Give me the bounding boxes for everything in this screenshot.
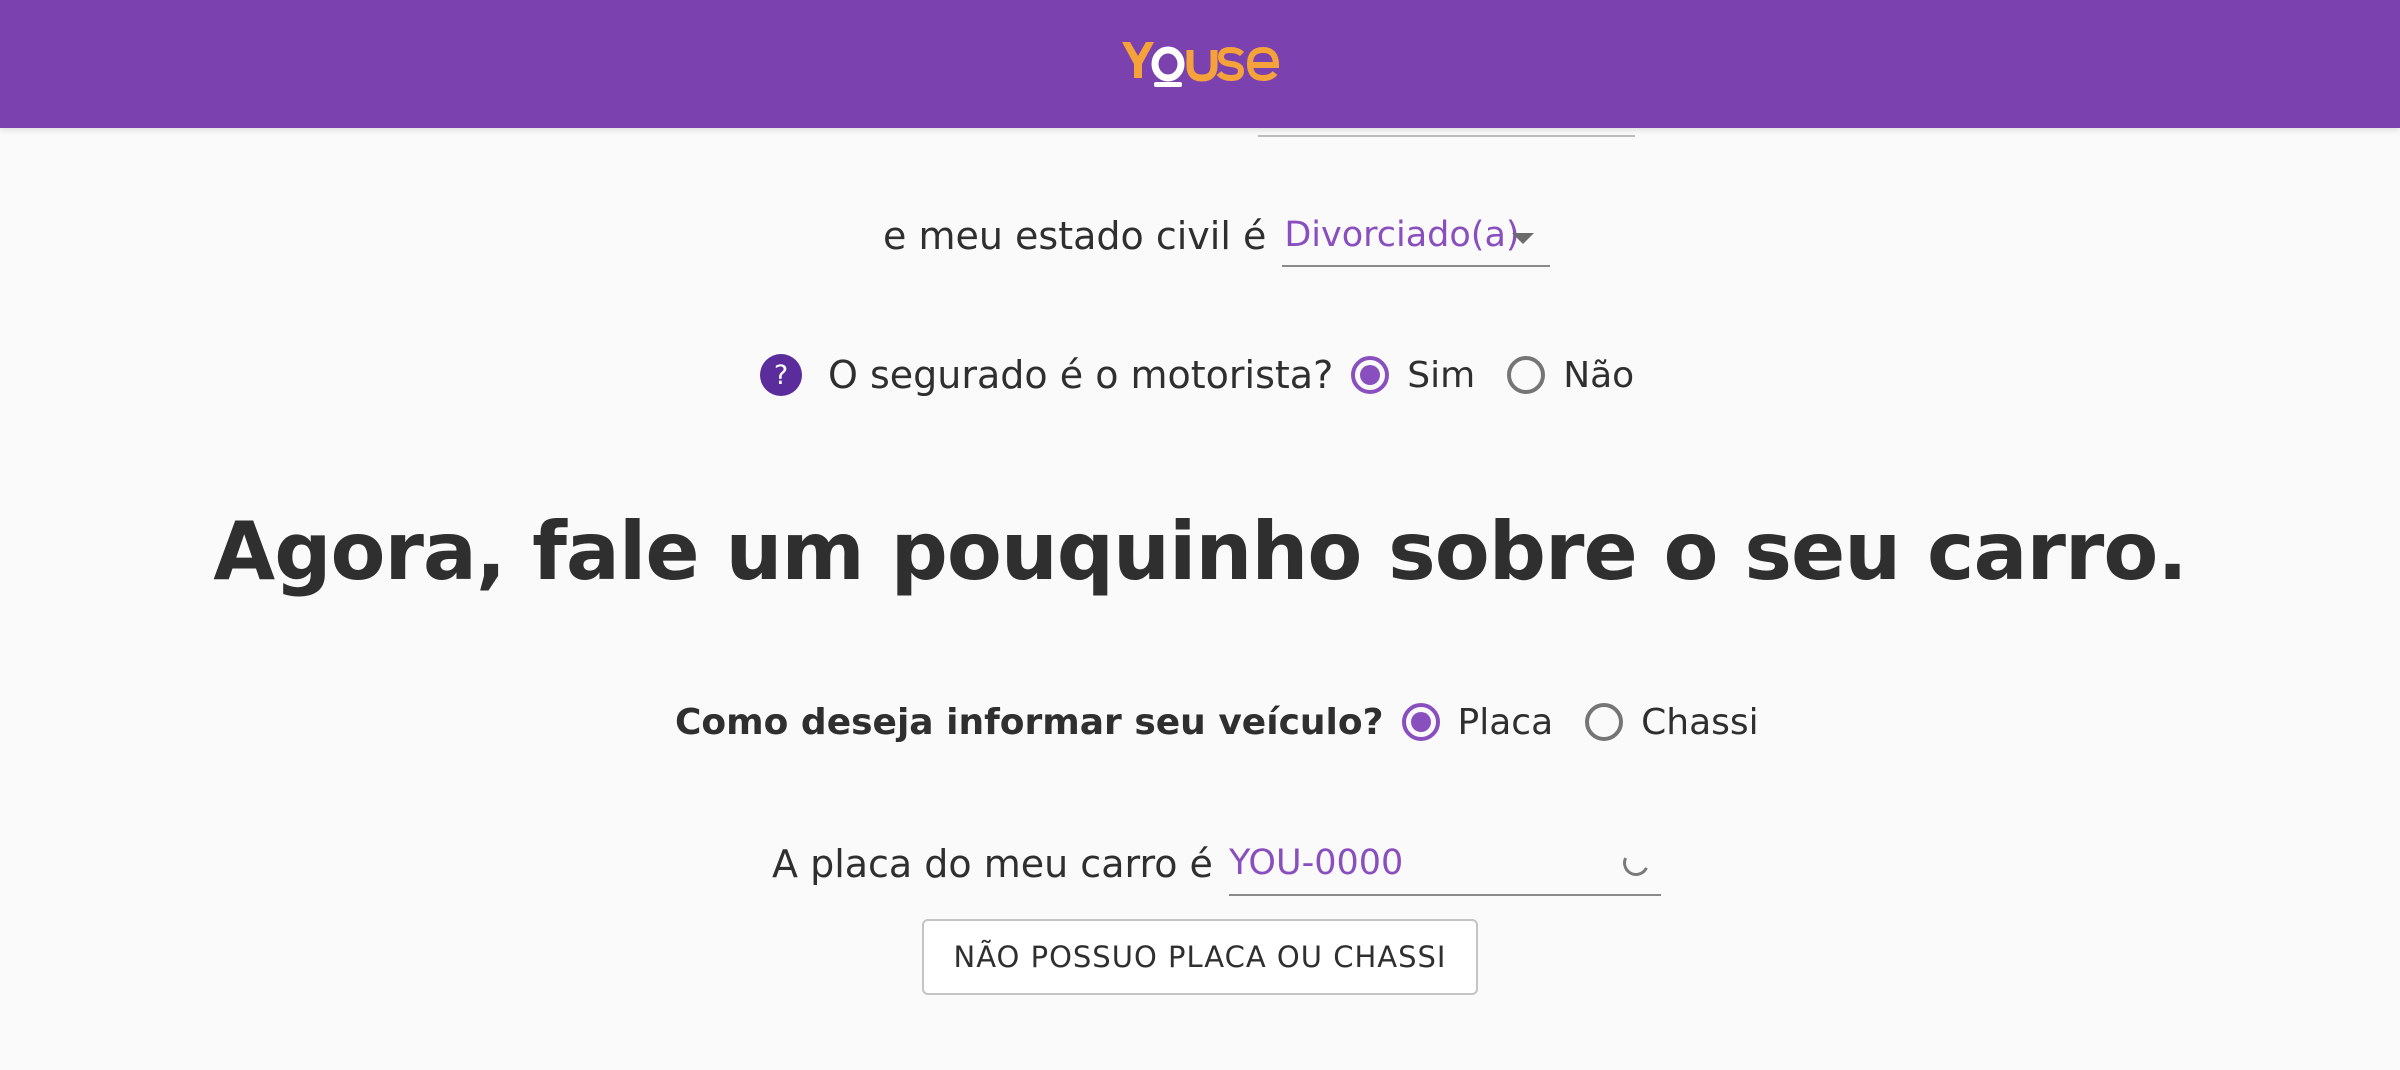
civil-status-row: e meu estado civil é Divorciado(a) bbox=[883, 205, 1551, 267]
driver-yes-radio[interactable] bbox=[1351, 356, 1390, 394]
plate-field-wrapper bbox=[1213, 832, 1661, 896]
plate-label: A placa do meu carro é bbox=[772, 842, 1213, 886]
help-icon[interactable]: ? bbox=[760, 354, 802, 396]
driver-question-label: O segurado é o motorista? bbox=[828, 353, 1334, 397]
chevron-down-icon bbox=[1512, 233, 1535, 244]
top-header bbox=[0, 0, 2400, 128]
plate-radio[interactable] bbox=[1401, 703, 1440, 741]
car-section-heading: Agora, fale um pouquinho sobre o seu car… bbox=[213, 505, 2187, 598]
vehicle-method-row: Como deseja informar seu veículo? Placa … bbox=[675, 692, 1759, 752]
driver-yes-label[interactable]: Sim bbox=[1407, 355, 1475, 396]
chassis-radio[interactable] bbox=[1585, 703, 1624, 741]
previous-field-underline bbox=[1258, 135, 1635, 137]
plate-input[interactable] bbox=[1228, 832, 1661, 896]
civil-status-label: e meu estado civil é bbox=[883, 214, 1267, 258]
driver-no-radio[interactable] bbox=[1507, 356, 1546, 394]
civil-status-value: Divorciado(a) bbox=[1284, 215, 1520, 255]
plate-option-label[interactable]: Placa bbox=[1458, 702, 1554, 743]
vehicle-method-label: Como deseja informar seu veículo? bbox=[675, 701, 1384, 743]
driver-question-row: ? O segurado é o motorista? Sim Não bbox=[760, 345, 1634, 405]
plate-row: A placa do meu carro é bbox=[772, 832, 1661, 896]
civil-status-select[interactable]: Divorciado(a) bbox=[1282, 205, 1551, 267]
chassis-option-label[interactable]: Chassi bbox=[1641, 702, 1759, 743]
driver-no-label[interactable]: Não bbox=[1563, 355, 1634, 396]
no-plate-or-chassis-button[interactable]: NÃO POSSUO PLACA OU CHASSI bbox=[922, 919, 1478, 995]
youse-logo[interactable] bbox=[1120, 28, 1280, 94]
